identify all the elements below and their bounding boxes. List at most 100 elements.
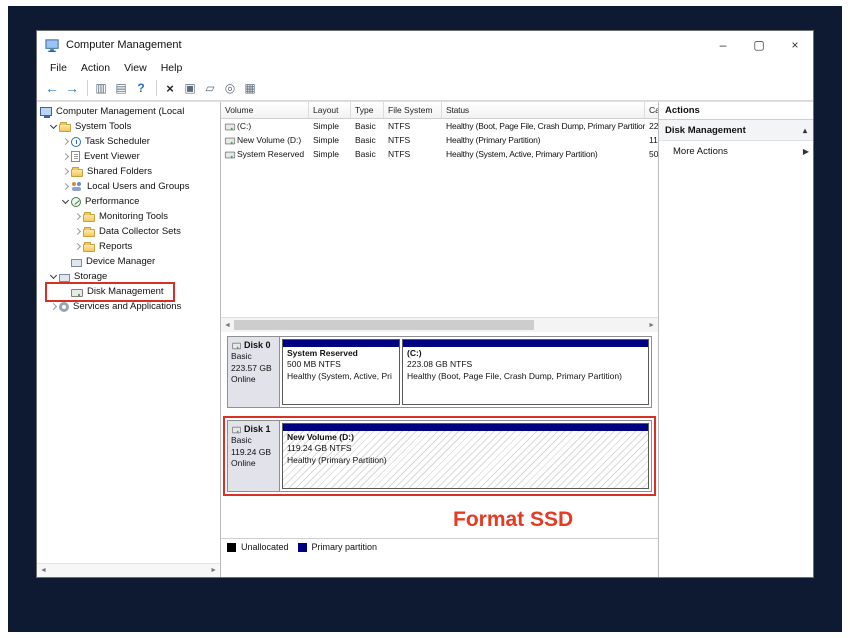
actions-pane-title: Actions [659,102,813,120]
volume-row-system-reserved[interactable]: System Reserved Simple Basic NTFS Health… [221,147,658,161]
show-console-tree-icon[interactable]: ▥ [92,79,110,97]
disk-name: Disk 1 [244,423,271,435]
column-header-file-system[interactable]: File System [384,102,442,118]
partition-size: 500 MB NTFS [287,359,341,369]
tree-item-label: Computer Management (Local [56,106,184,117]
chevron-collapsed-icon[interactable] [59,169,71,174]
chevron-expanded-icon[interactable] [47,125,59,128]
actions-more-actions[interactable]: More Actions ▶ [659,141,813,161]
menu-file[interactable]: File [43,62,74,74]
disk-type: Basic [231,435,276,446]
volume-name: New Volume (D:) [237,135,301,145]
device-manager-icon [71,259,82,267]
volume-icon [225,138,235,145]
scroll-right-icon[interactable]: ► [210,567,217,574]
delete-volume-icon[interactable]: × [161,79,179,97]
volume-row-c[interactable]: (C:) Simple Basic NTFS Healthy (Boot, Pa… [221,119,658,133]
forward-icon[interactable]: → [63,79,81,97]
disk-status: Online [231,458,276,469]
collapse-section-icon[interactable]: ▴ [803,126,807,135]
tree-item-storage[interactable]: Storage [37,269,220,284]
volume-name: System Reserved [237,149,304,159]
primary-partition-swatch [298,543,307,552]
disk-1-header[interactable]: Disk 1 Basic 119.24 GB Online [228,421,280,491]
minimize-button[interactable]: – [705,31,741,59]
event-viewer-icon [71,151,80,162]
column-header-type[interactable]: Type [351,102,384,118]
back-icon[interactable]: ← [43,79,61,97]
chevron-collapsed-icon[interactable] [59,184,71,189]
column-header-volume[interactable]: Volume [221,102,309,118]
display-icon[interactable]: ▦ [241,79,259,97]
partition-c[interactable]: (C:) 223.08 GB NTFS Healthy (Boot, Page … [402,339,649,405]
more-actions-arrow-icon[interactable]: ▶ [803,147,809,156]
column-header-capacity[interactable]: Ca [645,102,658,118]
scroll-left-icon[interactable]: ◄ [224,322,231,329]
tree-item-device-manager[interactable]: Device Manager [37,254,220,269]
volume-status: Healthy (System, Active, Primary Partiti… [442,149,645,159]
chevron-collapsed-icon[interactable] [59,139,71,144]
partition-status: Healthy (Boot, Page File, Crash Dump, Pr… [407,371,622,381]
tree-item-event-viewer[interactable]: Event Viewer [37,149,220,164]
actions-disk-management[interactable]: Disk Management ▴ [659,120,813,141]
tree-horizontal-scrollbar[interactable]: ◄ ► [37,563,220,577]
maximize-button[interactable]: ▢ [741,31,777,59]
chevron-collapsed-icon[interactable] [71,244,83,249]
volume-icon [225,124,235,131]
tree-item-disk-management[interactable]: Disk Management [37,284,220,299]
chevron-collapsed-icon[interactable] [47,304,59,309]
volume-capacity: 11 [645,135,658,145]
export-list-icon[interactable]: ▤ [112,79,130,97]
format-ssd-annotation: Format SSD [453,508,573,532]
volume-layout: Simple [309,121,351,131]
toolbar-separator [87,80,88,96]
tree-item-system-tools[interactable]: System Tools [37,119,220,134]
users-icon [71,181,83,192]
window-title: Computer Management [66,39,182,51]
disk-size: 119.24 GB [231,447,276,458]
properties-icon[interactable]: ▣ [181,79,199,97]
help-icon[interactable]: ? [132,79,150,97]
tree-item-task-scheduler[interactable]: Task Scheduler [37,134,220,149]
chevron-expanded-icon[interactable] [59,200,71,203]
volume-row-new-volume-d[interactable]: New Volume (D:) Simple Basic NTFS Health… [221,133,658,147]
close-button[interactable]: × [777,31,813,59]
actions-section-label: Disk Management [665,125,746,136]
chevron-expanded-icon[interactable] [47,275,59,278]
scrollbar-thumb[interactable] [234,320,534,330]
volume-status: Healthy (Primary Partition) [442,135,645,145]
tree-item-services-applications[interactable]: Services and Applications [37,299,220,314]
column-header-layout[interactable]: Layout [309,102,351,118]
volume-list-horizontal-scrollbar[interactable]: ◄ ► [221,317,658,332]
tree-item-reports[interactable]: Reports [37,239,220,254]
chevron-collapsed-icon[interactable] [71,214,83,219]
tree-item-computer-management[interactable]: Computer Management (Local [37,104,220,119]
chevron-collapsed-icon[interactable] [59,154,71,159]
partition-system-reserved[interactable]: System Reserved 500 MB NTFS Healthy (Sys… [282,339,400,405]
tree-item-label: Disk Management [87,286,164,297]
open-icon[interactable]: ▱ [201,79,219,97]
tree-item-monitoring-tools[interactable]: Monitoring Tools [37,209,220,224]
tree-item-label: Shared Folders [87,166,152,177]
menu-action[interactable]: Action [74,62,117,74]
storage-icon [59,274,70,282]
disk-0-row[interactable]: Disk 0 Basic 223.57 GB Online System Res… [227,336,652,408]
menu-view[interactable]: View [117,62,154,74]
scroll-right-icon[interactable]: ► [648,322,655,329]
disk-0-header[interactable]: Disk 0 Basic 223.57 GB Online [228,337,280,407]
tree-item-data-collector-sets[interactable]: Data Collector Sets [37,224,220,239]
primary-partition-band [283,340,399,347]
chevron-collapsed-icon[interactable] [71,229,83,234]
volume-icon [225,152,235,159]
tree-item-performance[interactable]: Performance [37,194,220,209]
menu-help[interactable]: Help [154,62,190,74]
tree-item-local-users-groups[interactable]: Local Users and Groups [37,179,220,194]
title-bar[interactable]: Computer Management – ▢ × [37,31,813,59]
column-header-status[interactable]: Status [442,102,645,118]
partition-new-volume-d[interactable]: New Volume (D:) 119.24 GB NTFS Healthy (… [282,423,649,489]
tree-item-shared-folders[interactable]: Shared Folders [37,164,220,179]
disk-1-row[interactable]: Disk 1 Basic 119.24 GB Online New Volume… [227,420,652,492]
search-icon[interactable]: ◎ [221,79,239,97]
tree-item-label: Device Manager [86,256,155,267]
scroll-left-icon[interactable]: ◄ [40,567,47,574]
